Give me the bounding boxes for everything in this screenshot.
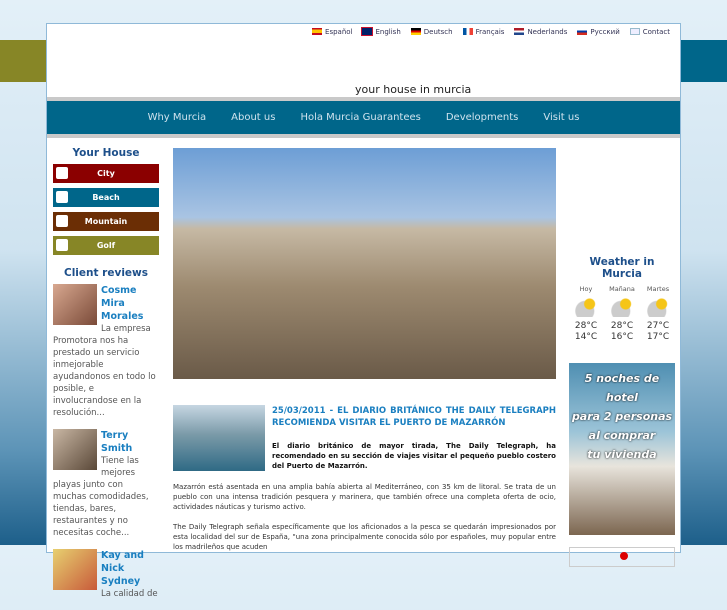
golf-icon xyxy=(56,239,68,251)
beach-button[interactable]: Beach xyxy=(53,188,159,207)
right-column: Weather in Murcia Hoy 28°C 14°C Mañana 28°C… xyxy=(569,256,675,567)
hotel-promo-banner[interactable]: 5 noches de hotel para 2 personas al compr… xyxy=(569,363,675,535)
nav-guarantees[interactable]: Hola Murcia Guarantees xyxy=(300,112,420,123)
review-item: Kay and Nick Sydney La calidad de xyxy=(53,549,159,600)
lang-ru[interactable]: Русский xyxy=(577,28,620,36)
your-house-title: Your House xyxy=(72,147,140,159)
main-nav: Why Murcia About us Hola Murcia Guarante… xyxy=(47,101,680,134)
partly-cloudy-icon xyxy=(574,297,598,317)
mountain-button[interactable]: Mountain xyxy=(53,212,159,231)
page: Español English Deutsch Français Nederla… xyxy=(46,23,681,599)
nav-about-us[interactable]: About us xyxy=(231,112,275,123)
envelope-icon xyxy=(629,28,640,35)
article-paragraph: Mazarrón está asentada en una amplia bah… xyxy=(173,483,556,511)
left-column: Your House City Beach Mountain Golf Clie… xyxy=(53,147,159,610)
weather-title: Weather in Murcia xyxy=(589,256,655,280)
nav-visit-us[interactable]: Visit us xyxy=(543,112,579,123)
divider xyxy=(47,134,680,138)
reviews-title: Client reviews xyxy=(64,267,148,279)
nav-why-murcia[interactable]: Why Murcia xyxy=(148,112,207,123)
contact-link[interactable]: Contact xyxy=(629,28,670,36)
nav-developments[interactable]: Developments xyxy=(446,112,519,123)
mountain-icon xyxy=(56,215,68,227)
tagline: your house in murcia xyxy=(355,83,472,96)
widget-box xyxy=(569,547,675,567)
weather-widget: Hoy 28°C 14°C Mañana 28°C 16°C Martes 27°C 17°… xyxy=(574,285,670,342)
language-bar: Español English Deutsch Français Nederla… xyxy=(312,24,670,40)
red-dot-icon xyxy=(620,552,628,560)
city-button[interactable]: City xyxy=(53,164,159,183)
lang-fr[interactable]: Français xyxy=(462,28,504,36)
partly-cloudy-icon xyxy=(646,297,670,317)
castle-photo xyxy=(173,148,556,379)
rain-cloud-icon xyxy=(610,297,634,317)
article-thumbnail[interactable] xyxy=(173,405,265,471)
golf-button[interactable]: Golf xyxy=(53,236,159,255)
reviewer-photo xyxy=(53,284,97,325)
reviewer-photo xyxy=(53,429,97,470)
article-paragraph: The Daily Telegraph señala específicamen… xyxy=(173,523,556,551)
review-item: Cosme Mira Morales La empresa Promotora n… xyxy=(53,284,159,419)
main-content: 25/03/2011 - EL DIARIO BRITÁNICO THE DAI… xyxy=(173,148,556,562)
lang-en[interactable]: English xyxy=(361,27,401,36)
review-item: Terry Smith Tiene las mejores playas junt… xyxy=(53,429,159,539)
news-article: 25/03/2011 - EL DIARIO BRITÁNICO THE DAI… xyxy=(173,405,556,552)
reviewer-photo xyxy=(53,549,97,590)
lang-es[interactable]: Español xyxy=(312,28,352,36)
logo[interactable]: Hola murcia xyxy=(47,39,680,85)
lang-de[interactable]: Deutsch xyxy=(410,28,453,36)
beach-icon xyxy=(56,191,68,203)
city-icon xyxy=(56,167,68,179)
lang-nl[interactable]: Nederlands xyxy=(514,28,567,36)
